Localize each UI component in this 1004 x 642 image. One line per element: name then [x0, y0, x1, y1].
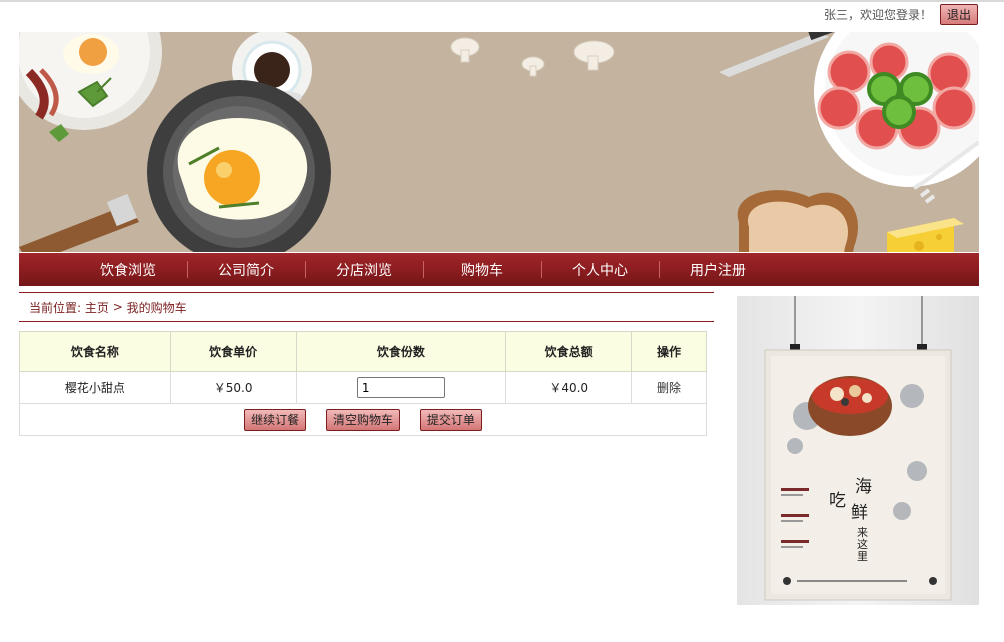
user-bar: 张三，欢迎您登录！ 退出 [824, 3, 978, 25]
poster-char-6: 里 [857, 550, 868, 563]
submit-order-button[interactable]: 提交订单 [419, 408, 482, 431]
quantity-input[interactable] [356, 377, 445, 398]
poster-char-3: 鲜 [851, 503, 868, 523]
breadcrumb-current: 我的购物车 [126, 300, 187, 315]
cart-actions: 继续订餐 清空购物车 提交订单 [19, 403, 707, 436]
header-total: 饮食总额 [505, 331, 633, 372]
logout-button[interactable]: 退出 [939, 3, 978, 25]
cart-table: 饮食名称 饮食单价 饮食份数 饮食总额 操作 樱花小甜点 ￥50.0 ￥40.0… [19, 331, 707, 436]
header-action: 操作 [631, 331, 707, 372]
breadcrumb: 当前位置: 主页 > 我的购物车 [19, 292, 714, 322]
nav-item-food-browse[interactable]: 饮食浏览 [69, 253, 187, 286]
poster-char-5: 这 [857, 537, 868, 551]
welcome-text: 张三，欢迎您登录！ [823, 7, 932, 22]
header-unit-price: 饮食单价 [169, 331, 297, 372]
poster-char-2: 吃 [829, 491, 846, 511]
continue-order-button[interactable]: 继续订餐 [244, 408, 307, 431]
poster-char-1: 海 [855, 477, 872, 497]
cell-food-name: 樱花小甜点 [19, 371, 171, 404]
nav-item-cart[interactable]: 购物车 [423, 253, 541, 286]
nav-item-profile[interactable]: 个人中心 [541, 253, 659, 286]
nav-item-branch-browse[interactable]: 分店浏览 [305, 253, 423, 286]
breadcrumb-separator: > [108, 300, 127, 314]
cell-unit-price: ￥50.0 [169, 371, 297, 404]
clear-cart-button[interactable]: 清空购物车 [325, 408, 400, 431]
header-banner [19, 32, 979, 252]
delete-link[interactable]: 删除 [657, 381, 681, 395]
cart-header-row: 饮食名称 饮食单价 饮食份数 饮食总额 操作 [19, 331, 707, 372]
breakfast-illustration [19, 32, 979, 252]
poster-illustration: 海 吃 鲜 来 这 里 [764, 296, 952, 601]
top-divider [0, 0, 1004, 2]
header-food-name: 饮食名称 [19, 331, 171, 372]
breadcrumb-home-link[interactable]: 主页 [85, 299, 109, 316]
nav-item-register[interactable]: 用户注册 [659, 253, 777, 286]
cell-total: ￥40.0 [505, 371, 633, 404]
cell-action: 删除 [631, 371, 707, 404]
cart-actions-row: 继续订餐 清空购物车 提交订单 [19, 403, 707, 436]
breadcrumb-prefix: 当前位置: [29, 300, 85, 315]
header-quantity: 饮食份数 [295, 331, 507, 372]
main-nav: 饮食浏览 公司简介 分店浏览 购物车 个人中心 用户注册 [19, 253, 979, 286]
table-row: 樱花小甜点 ￥50.0 ￥40.0 删除 [19, 371, 707, 404]
nav-item-company-intro[interactable]: 公司简介 [187, 253, 305, 286]
cell-quantity [295, 371, 507, 404]
seafood-poster-ad[interactable]: 海 吃 鲜 来 这 里 [737, 296, 979, 605]
